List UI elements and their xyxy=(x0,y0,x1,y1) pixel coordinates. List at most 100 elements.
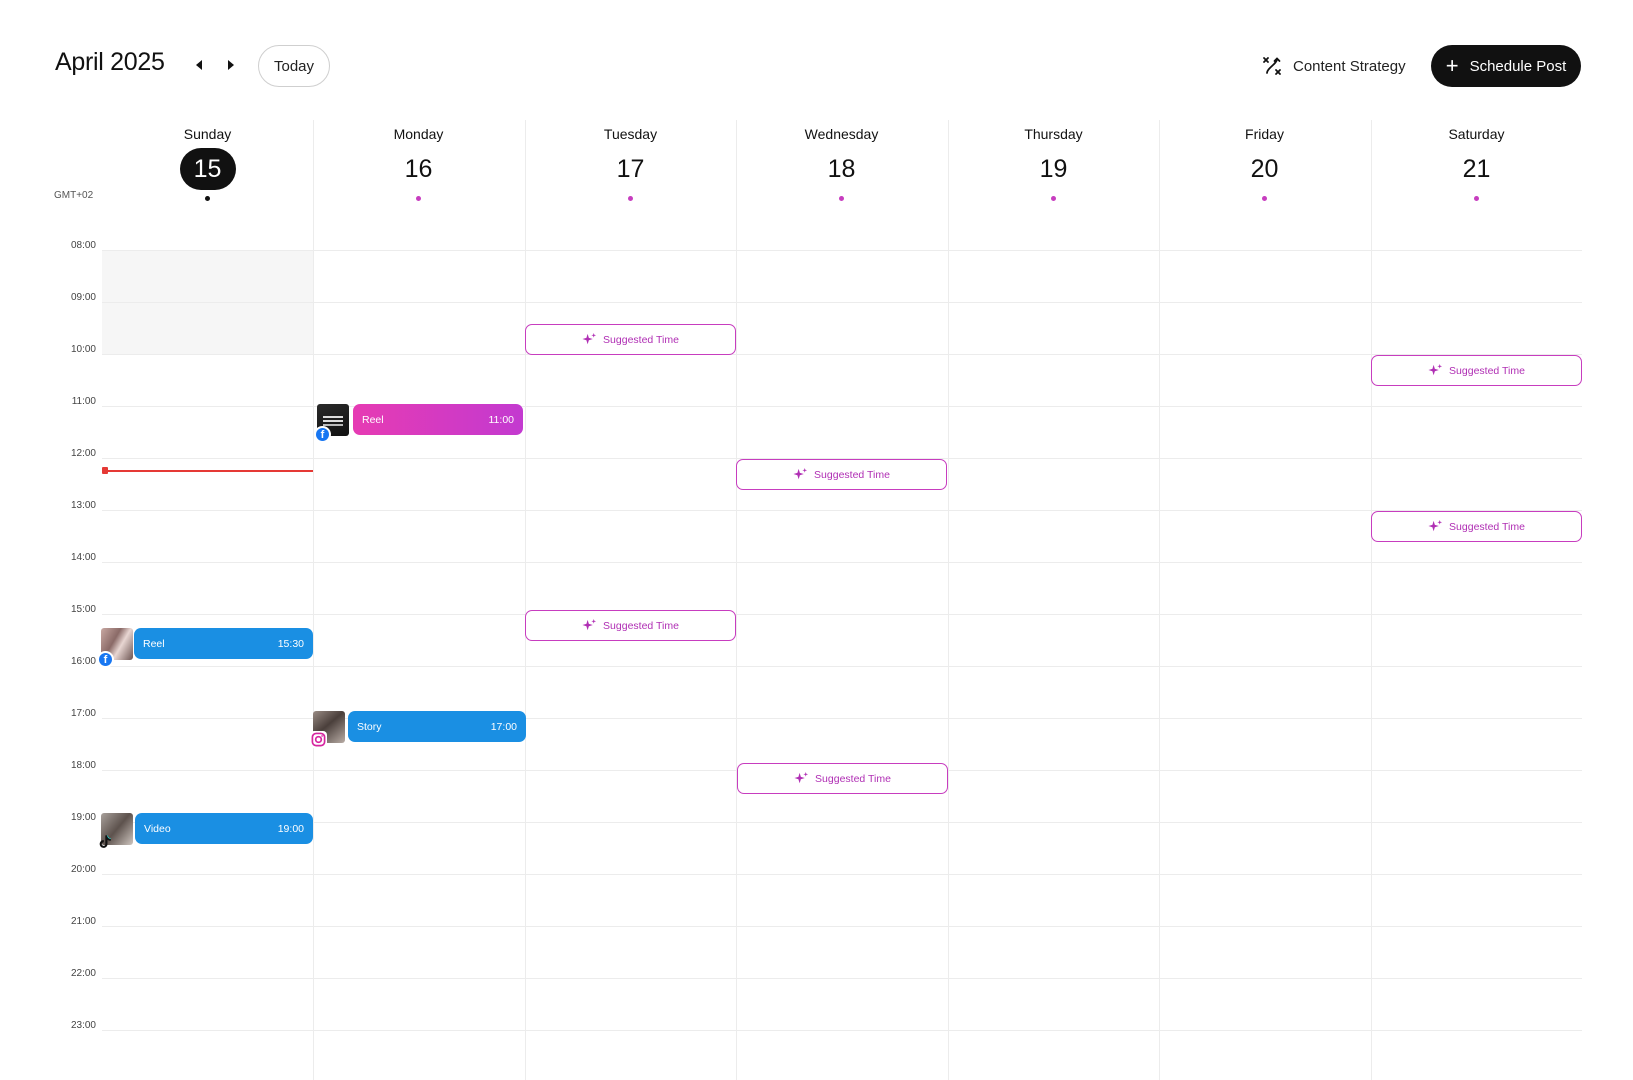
suggested-time-slot[interactable]: Suggested Time xyxy=(737,763,948,794)
day-number: 16 xyxy=(404,155,433,183)
calendar-app: April 2025 Today Content Strategy + Sche… xyxy=(0,0,1633,1080)
facebook-icon: f xyxy=(97,651,114,668)
hour-label: 14:00 xyxy=(70,552,96,563)
hour-line xyxy=(102,822,1582,823)
schedule-post-button[interactable]: + Schedule Post xyxy=(1431,45,1581,87)
day-number: 21 xyxy=(1462,155,1491,183)
hour-line xyxy=(102,614,1582,615)
month-title: April 2025 xyxy=(55,48,165,76)
scheduled-post[interactable]: Reel 15:30 xyxy=(134,628,313,659)
day-number: 18 xyxy=(827,155,856,183)
suggested-time-label: Suggested Time xyxy=(814,468,890,481)
post-time: 11:00 xyxy=(488,413,515,426)
post-type: Video xyxy=(144,822,171,835)
day-header-thursday[interactable]: Thursday 19 xyxy=(948,121,1159,201)
hour-label: 09:00 xyxy=(70,292,96,303)
today-indicator-dot xyxy=(205,196,210,201)
suggested-time-label: Suggested Time xyxy=(603,333,679,346)
prev-week-button[interactable] xyxy=(193,57,207,73)
hour-label: 19:00 xyxy=(70,812,96,823)
scheduled-post[interactable]: Reel 11:00 xyxy=(353,404,523,435)
chevron-left-icon xyxy=(196,60,202,70)
suggested-time-label: Suggested Time xyxy=(815,772,891,785)
suggested-time-label: Suggested Time xyxy=(603,619,679,632)
suggested-time-slot[interactable]: Suggested Time xyxy=(736,459,947,490)
hour-line xyxy=(102,978,1582,979)
day-header-friday[interactable]: Friday 20 xyxy=(1159,121,1370,201)
hour-label: 13:00 xyxy=(70,500,96,511)
hour-line xyxy=(102,302,1582,303)
post-type: Reel xyxy=(143,637,165,650)
suggested-time-slot[interactable]: Suggested Time xyxy=(525,610,736,641)
hour-line xyxy=(102,354,1582,355)
hour-label: 22:00 xyxy=(70,968,96,979)
scheduled-post[interactable]: Video 19:00 xyxy=(135,813,313,844)
content-strategy-button[interactable]: Content Strategy xyxy=(1262,52,1406,80)
post-type: Story xyxy=(357,720,382,733)
hour-label: 11:00 xyxy=(71,396,96,407)
scheduled-post[interactable]: Story 17:00 xyxy=(348,711,526,742)
suggested-time-slot[interactable]: Suggested Time xyxy=(1371,511,1582,542)
day-header-wednesday[interactable]: Wednesday 18 xyxy=(736,121,947,201)
day-indicator-dot xyxy=(1051,196,1056,201)
hour-line xyxy=(102,1030,1582,1031)
sparkle-icon xyxy=(1428,519,1443,532)
sparkle-icon xyxy=(793,467,808,480)
tiktok-glyph xyxy=(99,835,111,848)
today-button[interactable]: Today xyxy=(258,45,330,87)
post-time: 19:00 xyxy=(277,822,304,835)
day-indicator-dot xyxy=(1474,196,1479,201)
plus-icon: + xyxy=(1445,53,1459,78)
day-header-saturday[interactable]: Saturday 21 xyxy=(1371,121,1582,201)
hour-label: 16:00 xyxy=(70,656,96,667)
day-indicator-dot xyxy=(839,196,844,201)
sparkle-icon xyxy=(582,618,597,631)
tiktok-icon xyxy=(97,833,114,850)
column-divider xyxy=(948,120,949,1080)
route-icon xyxy=(1263,57,1281,75)
content-strategy-label: Content Strategy xyxy=(1293,57,1406,75)
day-name: Tuesday xyxy=(603,126,658,142)
day-name: Friday xyxy=(1245,126,1284,142)
hour-label: 18:00 xyxy=(70,760,96,771)
hour-label: 10:00 xyxy=(70,344,96,355)
day-indicator-dot xyxy=(628,196,633,201)
day-number: 17 xyxy=(616,155,645,183)
day-header-tuesday[interactable]: Tuesday 17 xyxy=(525,121,736,201)
suggested-time-slot[interactable]: Suggested Time xyxy=(525,324,736,355)
facebook-icon: f xyxy=(314,426,331,443)
hour-label: 15:00 xyxy=(70,604,96,615)
sparkle-icon xyxy=(582,332,597,345)
day-name: Saturday xyxy=(1448,126,1505,142)
week-grid[interactable] xyxy=(102,120,1582,1080)
hour-label: 23:00 xyxy=(70,1020,96,1031)
day-indicator-dot xyxy=(416,196,421,201)
hour-line xyxy=(102,926,1582,927)
hour-label: 17:00 xyxy=(70,708,96,719)
instagram-glyph xyxy=(311,732,326,747)
sparkle-icon xyxy=(794,771,809,784)
column-divider xyxy=(525,120,526,1080)
hour-line xyxy=(102,510,1582,511)
column-divider xyxy=(1159,120,1160,1080)
suggested-time-label: Suggested Time xyxy=(1449,520,1525,533)
day-number-today: 15 xyxy=(179,148,236,190)
timezone-label: GMT+02 xyxy=(54,190,94,201)
day-number: 20 xyxy=(1250,155,1279,183)
current-time-line xyxy=(102,470,313,472)
hour-label: 12:00 xyxy=(70,448,96,459)
hour-label: 21:00 xyxy=(70,916,96,927)
post-time: 15:30 xyxy=(277,637,304,650)
suggested-time-slot[interactable]: Suggested Time xyxy=(1371,355,1582,386)
chevron-right-icon xyxy=(228,60,234,70)
hour-line xyxy=(102,250,1582,251)
day-number: 19 xyxy=(1039,155,1068,183)
instagram-icon xyxy=(310,731,327,748)
day-header-monday[interactable]: Monday 16 xyxy=(313,121,524,201)
column-divider xyxy=(736,120,737,1080)
suggested-time-label: Suggested Time xyxy=(1449,364,1525,377)
column-divider xyxy=(313,120,314,1080)
next-week-button[interactable] xyxy=(223,57,237,73)
day-header-sunday[interactable]: Sunday 15 xyxy=(102,121,313,201)
day-indicator-dot xyxy=(1262,196,1267,201)
